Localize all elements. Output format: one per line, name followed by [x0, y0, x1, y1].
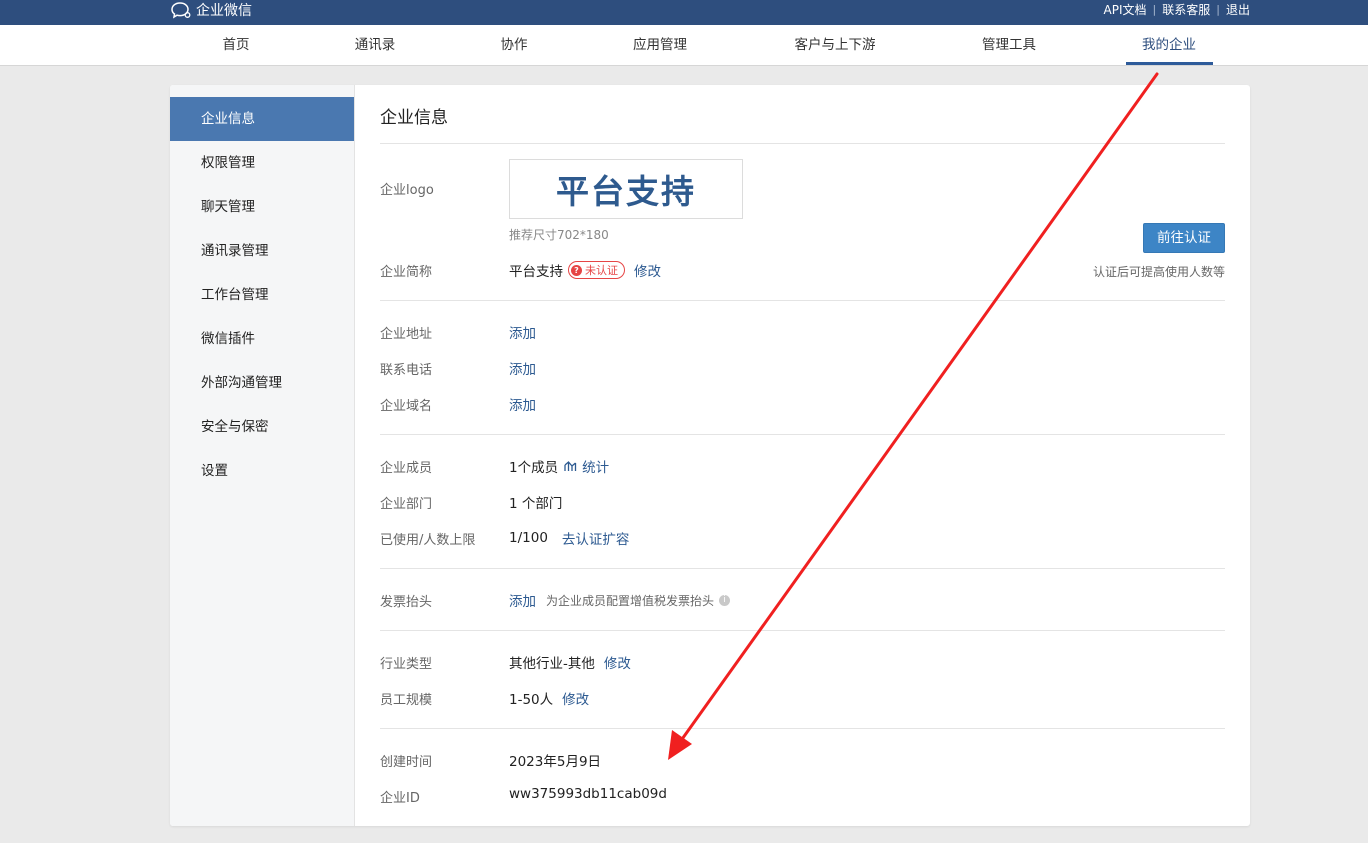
nav-contacts[interactable]: 通讯录: [355, 25, 396, 65]
usage-value: 1/100: [509, 530, 548, 546]
created-label: 创建时间: [380, 755, 433, 770]
departments-value: 1 个部门: [509, 496, 563, 512]
corp-id-value: ww375993db11cab09d: [509, 786, 667, 802]
invoice-row: 添加 为企业成员配置增值税发票抬头 i: [509, 590, 731, 610]
logo-size-hint: 推荐尺寸702*180: [509, 228, 609, 242]
divider: [380, 143, 1225, 144]
edit-short-name-link[interactable]: 修改: [634, 260, 661, 280]
divider: [380, 568, 1225, 569]
short-name-value: 平台支持: [509, 264, 563, 280]
divider: |: [1216, 2, 1220, 16]
brand[interactable]: 企业微信: [170, 0, 252, 20]
scale-value: 1-50人: [509, 692, 554, 708]
members-label: 企业成员: [380, 461, 433, 476]
phone-label: 联系电话: [380, 363, 433, 378]
nav-app-management[interactable]: 应用管理: [633, 25, 687, 65]
question-icon: ?: [571, 264, 582, 276]
certify-hint: 认证后可提高使用人数等: [1092, 265, 1225, 279]
top-bar: 企业微信 API文档 | 联系客服 | 退出: [0, 0, 1368, 25]
api-docs-link[interactable]: API文档: [1104, 1, 1147, 18]
industry-row: 其他行业-其他 修改: [509, 652, 631, 672]
info-icon[interactable]: i: [719, 594, 731, 606]
divider: |: [1152, 2, 1157, 16]
nav-collaboration[interactable]: 协作: [501, 25, 528, 65]
created-value: 2023年5月9日: [509, 754, 602, 770]
divider: [380, 300, 1225, 301]
certify-button[interactable]: 前往认证: [1143, 223, 1225, 253]
nav-active-indicator: [1126, 62, 1213, 65]
logo-label: 企业logo: [380, 183, 434, 198]
short-name-label: 企业简称: [380, 265, 433, 280]
add-invoice-link[interactable]: 添加: [509, 590, 536, 610]
wecom-logo-icon: [171, 2, 191, 19]
main-nav: 首页 通讯录 协作 应用管理 客户与上下游 管理工具 我的企业: [0, 25, 1368, 66]
add-address-link[interactable]: 添加: [509, 322, 536, 342]
add-domain-link[interactable]: 添加: [509, 394, 536, 414]
content-card: 企业信息 权限管理 聊天管理 通讯录管理 工作台管理 微信插件 外部沟通管理 安…: [170, 85, 1250, 826]
industry-value: 其他行业-其他: [509, 656, 595, 672]
sidebar-item-workbench-management[interactable]: 工作台管理: [170, 273, 354, 317]
scale-row: 1-50人 修改: [509, 688, 589, 708]
contact-support-link[interactable]: 联系客服: [1162, 1, 1210, 18]
sidebar-item-wechat-plugin[interactable]: 微信插件: [170, 317, 354, 361]
divider: [380, 630, 1225, 631]
divider: [380, 728, 1225, 729]
industry-label: 行业类型: [380, 657, 433, 672]
short-name-row: 平台支持 ? 未认证 修改: [509, 260, 661, 280]
uncertified-badge[interactable]: ? 未认证: [568, 261, 625, 279]
sidebar: 企业信息 权限管理 聊天管理 通讯录管理 工作台管理 微信插件 外部沟通管理 安…: [170, 85, 355, 826]
member-stats-link[interactable]: 统计: [582, 456, 609, 476]
invoice-label: 发票抬头: [380, 595, 433, 610]
corp-id-label: 企业ID: [380, 791, 420, 806]
edit-scale-link[interactable]: 修改: [562, 688, 589, 708]
sidebar-item-permissions[interactable]: 权限管理: [170, 141, 354, 185]
sidebar-item-security[interactable]: 安全与保密: [170, 405, 354, 449]
divider: [380, 434, 1225, 435]
stats-icon[interactable]: [564, 460, 578, 472]
top-links: API文档 | 联系客服 | 退出: [1104, 0, 1250, 18]
brand-name: 企业微信: [196, 3, 252, 19]
sidebar-item-contacts-management[interactable]: 通讯录管理: [170, 229, 354, 273]
members-row: 1个成员 统计: [509, 456, 609, 476]
sidebar-item-external-communication[interactable]: 外部沟通管理: [170, 361, 354, 405]
members-value: 1个成员: [509, 460, 559, 476]
logout-link[interactable]: 退出: [1226, 1, 1250, 18]
badge-label: 未认证: [585, 264, 618, 277]
add-phone-link[interactable]: 添加: [509, 358, 536, 378]
invoice-hint: 为企业成员配置增值税发票抬头: [546, 593, 715, 608]
departments-label: 企业部门: [380, 497, 433, 512]
usage-row: 1/100 去认证扩容: [509, 528, 629, 548]
nav-management-tools[interactable]: 管理工具: [982, 25, 1036, 65]
scale-label: 员工规模: [380, 693, 433, 708]
nav-my-enterprise[interactable]: 我的企业: [1142, 25, 1196, 65]
page-title: 企业信息: [380, 108, 448, 128]
sidebar-item-settings[interactable]: 设置: [170, 449, 354, 493]
nav-home[interactable]: 首页: [223, 25, 250, 65]
sidebar-item-chat-management[interactable]: 聊天管理: [170, 185, 354, 229]
address-label: 企业地址: [380, 327, 433, 342]
usage-label: 已使用/人数上限: [380, 533, 476, 548]
edit-industry-link[interactable]: 修改: [604, 652, 631, 672]
enterprise-logo[interactable]: 平台支持: [509, 159, 743, 219]
nav-customers[interactable]: 客户与上下游: [795, 25, 876, 65]
expand-capacity-link[interactable]: 去认证扩容: [562, 528, 630, 548]
sidebar-item-enterprise-info[interactable]: 企业信息: [170, 97, 354, 141]
domain-label: 企业域名: [380, 399, 433, 414]
